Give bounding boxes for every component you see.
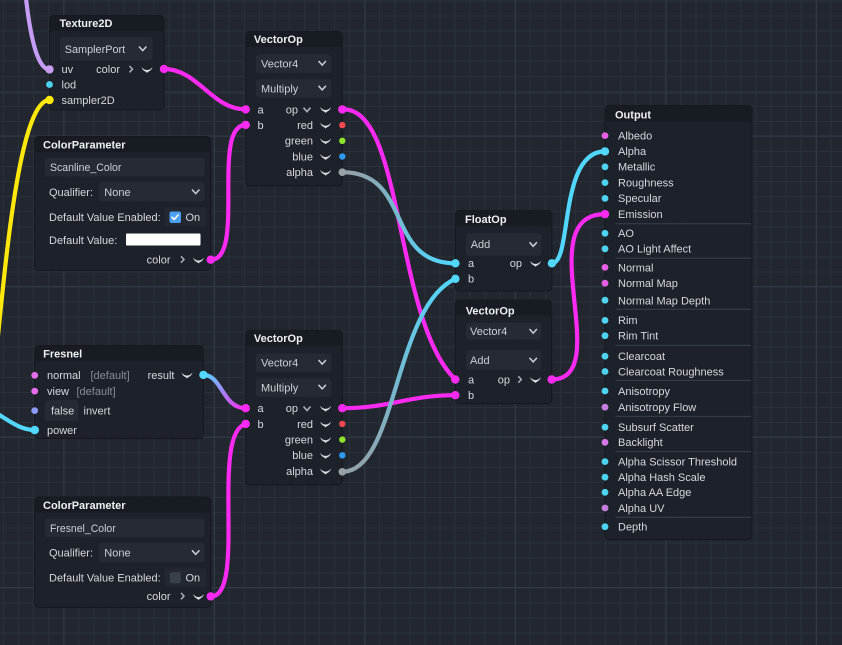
svg-text:Rim: Rim [618,315,638,327]
svg-text:Alpha AA Edge: Alpha AA Edge [618,487,691,499]
svg-text:Rim Tint: Rim Tint [618,331,658,343]
svg-text:AO Light Affect: AO Light Affect [618,244,691,256]
svg-text:power: power [47,425,77,437]
svg-text:Alpha UV: Alpha UV [618,503,665,515]
svg-text:AO: AO [618,228,634,240]
svg-text:red: red [297,120,313,132]
svg-text:a: a [468,374,475,386]
svg-text:Qualifier:: Qualifier: [49,548,93,560]
svg-text:Emission: Emission [618,209,663,221]
svg-text:VectorOp: VectorOp [254,34,303,46]
svg-text:Albedo: Albedo [618,130,652,142]
svg-text:op: op [510,258,522,270]
svg-text:b: b [468,274,474,286]
svg-text:Vector4: Vector4 [261,358,298,370]
svg-text:Alpha Scissor Threshold: Alpha Scissor Threshold [618,456,737,468]
svg-text:b: b [258,419,264,431]
svg-text:Normal Map: Normal Map [618,278,678,290]
svg-text:Normal: Normal [618,262,653,274]
svg-text:b: b [258,120,264,132]
svg-text:ColorParameter: ColorParameter [43,139,126,151]
svg-text:lod: lod [62,80,77,92]
svg-text:FloatOp: FloatOp [465,214,507,226]
svg-text:Anisotropy Flow: Anisotropy Flow [618,402,696,414]
svg-text:uv: uv [62,64,74,76]
svg-text:Normal Map Depth: Normal Map Depth [618,295,710,307]
svg-text:op: op [286,403,298,415]
svg-text:Vector4: Vector4 [261,59,298,71]
svg-text:None: None [104,187,130,199]
svg-text:Specular: Specular [618,193,662,205]
svg-text:Default Value:: Default Value: [49,235,117,247]
svg-text:Default Value Enabled:: Default Value Enabled: [49,212,161,224]
svg-text:Output: Output [615,110,651,122]
svg-text:Depth: Depth [618,522,647,534]
svg-text:Alpha Hash Scale: Alpha Hash Scale [618,472,705,484]
svg-text:normal: normal [47,370,81,382]
svg-text:Multiply: Multiply [261,382,299,394]
svg-text:op: op [498,374,510,386]
svg-text:a: a [258,403,265,415]
svg-text:Clearcoat Roughness: Clearcoat Roughness [618,366,724,378]
svg-text:Default Value Enabled:: Default Value Enabled: [49,573,161,585]
svg-text:a: a [258,104,265,116]
svg-text:On: On [186,212,201,224]
svg-text:green: green [285,136,313,148]
svg-text:color: color [147,255,171,267]
svg-text:Add: Add [470,355,490,367]
svg-text:Scanline_Color: Scanline_Color [50,162,122,174]
svg-text:Alpha: Alpha [618,146,647,158]
svg-text:Backlight: Backlight [618,437,663,449]
svg-text:[default]: [default] [77,386,116,398]
svg-text:Qualifier:: Qualifier: [49,187,93,199]
svg-text:op: op [286,104,298,116]
svg-text:Anisotropy: Anisotropy [618,386,670,398]
svg-text:Fresnel: Fresnel [43,348,82,360]
svg-text:blue: blue [292,151,313,163]
svg-text:invert: invert [84,405,111,417]
svg-text:red: red [297,419,313,431]
svg-text:a: a [468,258,475,270]
svg-text:color: color [147,591,171,603]
svg-text:green: green [285,435,313,447]
svg-text:Subsurf Scatter: Subsurf Scatter [618,422,694,434]
svg-text:false: false [51,405,74,417]
svg-text:sampler2D: sampler2D [62,95,115,107]
svg-text:result: result [148,370,175,382]
svg-text:blue: blue [292,450,313,462]
svg-text:VectorOp: VectorOp [254,333,303,345]
svg-text:Metallic: Metallic [618,162,656,174]
svg-text:Clearcoat: Clearcoat [618,351,665,363]
svg-text:alpha: alpha [286,167,314,179]
svg-text:color: color [96,64,120,76]
svg-text:Roughness: Roughness [618,177,674,189]
svg-text:view: view [47,386,69,398]
svg-text:Add: Add [471,239,491,251]
svg-text:Multiply: Multiply [261,83,299,95]
svg-text:[default]: [default] [91,370,130,382]
svg-text:b: b [468,390,474,402]
svg-text:alpha: alpha [286,466,314,478]
svg-text:None: None [104,548,130,560]
svg-text:ColorParameter: ColorParameter [43,500,126,512]
svg-text:VectorOp: VectorOp [466,306,515,318]
svg-text:On: On [186,573,201,585]
svg-text:Vector4: Vector4 [470,326,507,338]
svg-text:Fresnel_Color: Fresnel_Color [50,523,116,535]
svg-text:SamplerPort: SamplerPort [65,44,126,56]
svg-text:Texture2D: Texture2D [60,18,113,30]
